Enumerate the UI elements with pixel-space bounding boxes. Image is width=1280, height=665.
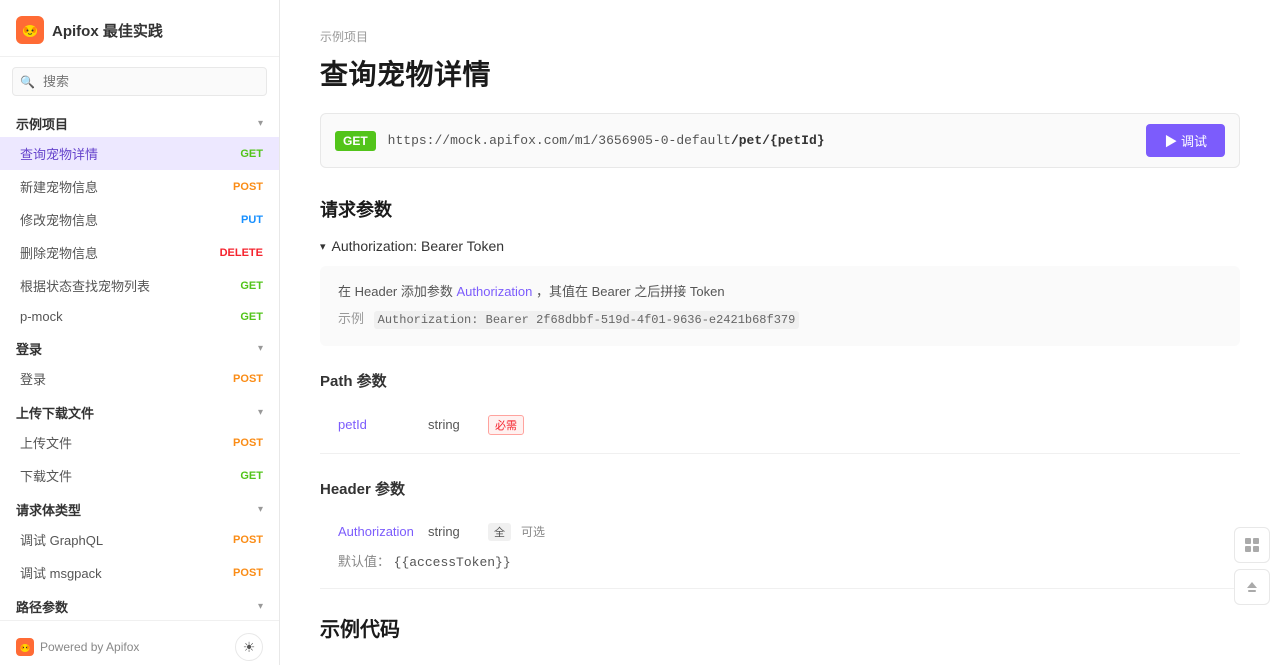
sidebar-item-query-pet[interactable]: 查询宠物详情 GET (0, 137, 279, 170)
param-type: string (428, 524, 478, 539)
search-container: 🔍 (12, 67, 267, 96)
param-name[interactable]: Authorization (338, 524, 418, 539)
sidebar-group-upload[interactable]: 上传下载文件 ▾ (0, 395, 279, 426)
header-param-row: Authorization string 全 可选 (320, 513, 1240, 551)
param-required-badge: 必需 (488, 415, 524, 435)
example-label: 示例 (338, 311, 364, 326)
search-input[interactable] (12, 67, 267, 96)
main-content: 示例项目 查询宠物详情 GET https://mock.apifox.com/… (280, 0, 1280, 665)
app-title: Apifox 最佳实践 (52, 20, 163, 41)
auth-info-box: 在 Header 添加参数 Authorization ，其值在 Bearer … (320, 266, 1240, 346)
top-icon (1245, 580, 1259, 594)
path-params-title: Path 参数 (320, 370, 1240, 391)
param-name: petId (338, 417, 418, 432)
param-type: string (428, 417, 478, 432)
sidebar-item-download[interactable]: 下载文件 GET (0, 459, 279, 492)
group-label: 路径参数 (16, 597, 68, 616)
chevron-down-icon: ▾ (258, 343, 263, 354)
auth-section: ▾ Authorization: Bearer Token 在 Header 添… (320, 238, 1240, 346)
theme-toggle-button[interactable]: ☀ (235, 633, 263, 661)
apifox-logo-icon (16, 638, 34, 656)
sidebar-item-msgpack[interactable]: 调试 msgpack POST (0, 556, 279, 589)
param-all-badge: 全 (488, 523, 511, 541)
sidebar-group-examples[interactable]: 示例项目 ▾ (0, 106, 279, 137)
breadcrumb: 示例项目 (320, 28, 1240, 45)
request-params-title: 请求参数 (320, 196, 1240, 222)
auth-header-label: Authorization: Bearer Token (332, 238, 505, 254)
sidebar-item-pmock[interactable]: p-mock GET (0, 302, 279, 331)
sidebar-group-path-params[interactable]: 路径参数 ▾ (0, 589, 279, 620)
try-button[interactable]: ▶ 调试 (1146, 124, 1225, 157)
endpoint-url: https://mock.apifox.com/m1/3656905-0-def… (388, 133, 1135, 148)
sidebar-item-upload[interactable]: 上传文件 POST (0, 426, 279, 459)
sidebar-header: Apifox 最佳实践 (0, 0, 279, 57)
sidebar-item-delete-pet[interactable]: 删除宠物信息 DELETE (0, 236, 279, 269)
group-label: 示例项目 (16, 114, 68, 133)
grid-icon-button[interactable] (1234, 527, 1270, 563)
sidebar-group-login[interactable]: 登录 ▾ (0, 331, 279, 362)
chevron-down-icon: ▾ (258, 504, 263, 515)
app-logo-icon (16, 16, 44, 44)
auth-collapse-header[interactable]: ▾ Authorization: Bearer Token (320, 238, 1240, 254)
endpoint-bar: GET https://mock.apifox.com/m1/3656905-0… (320, 113, 1240, 168)
chevron-down-icon: ▾ (258, 601, 263, 612)
grid-icon (1244, 537, 1260, 553)
example-code-title: 示例代码 (320, 613, 1240, 642)
float-panel (1234, 527, 1270, 605)
chevron-down-icon: ▾ (258, 118, 263, 129)
sidebar-item-login[interactable]: 登录 POST (0, 362, 279, 395)
auth-link[interactable]: Authorization (457, 284, 537, 299)
method-badge: GET (335, 131, 376, 151)
sidebar-footer: Powered by Apifox ☀ (0, 620, 279, 665)
chevron-down-icon: ▾ (258, 407, 263, 418)
chevron-down-icon: ▾ (320, 240, 326, 253)
powered-by: Powered by Apifox (16, 638, 139, 656)
path-params-section: Path 参数 petId string 必需 (320, 370, 1240, 454)
group-label: 上传下载文件 (16, 403, 94, 422)
param-optional-label: 可选 (521, 523, 545, 540)
sidebar-item-find-pets[interactable]: 根据状态查找宠物列表 GET (0, 269, 279, 302)
group-label: 请求体类型 (16, 500, 81, 519)
sidebar-group-request-type[interactable]: 请求体类型 ▾ (0, 492, 279, 523)
sidebar-item-graphql[interactable]: 调试 GraphQL POST (0, 523, 279, 556)
header-params-section: Header 参数 Authorization string 全 可选 默认值：… (320, 478, 1240, 589)
group-label: 登录 (16, 339, 42, 358)
sidebar-item-create-pet[interactable]: 新建宠物信息 POST (0, 170, 279, 203)
sidebar: Apifox 最佳实践 🔍 示例项目 ▾ 查询宠物详情 GET 新建宠物信息 P… (0, 0, 280, 665)
param-default-row: 默认值： {{accessToken}} (320, 551, 1240, 580)
sidebar-item-update-pet[interactable]: 修改宠物信息 PUT (0, 203, 279, 236)
page-title: 查询宠物详情 (320, 53, 1240, 93)
path-param-row: petId string 必需 (320, 405, 1240, 445)
header-params-title: Header 参数 (320, 478, 1240, 499)
param-default-value: {{accessToken}} (394, 555, 511, 570)
search-icon: 🔍 (20, 75, 35, 89)
scroll-to-top-button[interactable] (1234, 569, 1270, 605)
example-value: Authorization: Bearer 2f68dbbf-519d-4f01… (374, 311, 800, 329)
